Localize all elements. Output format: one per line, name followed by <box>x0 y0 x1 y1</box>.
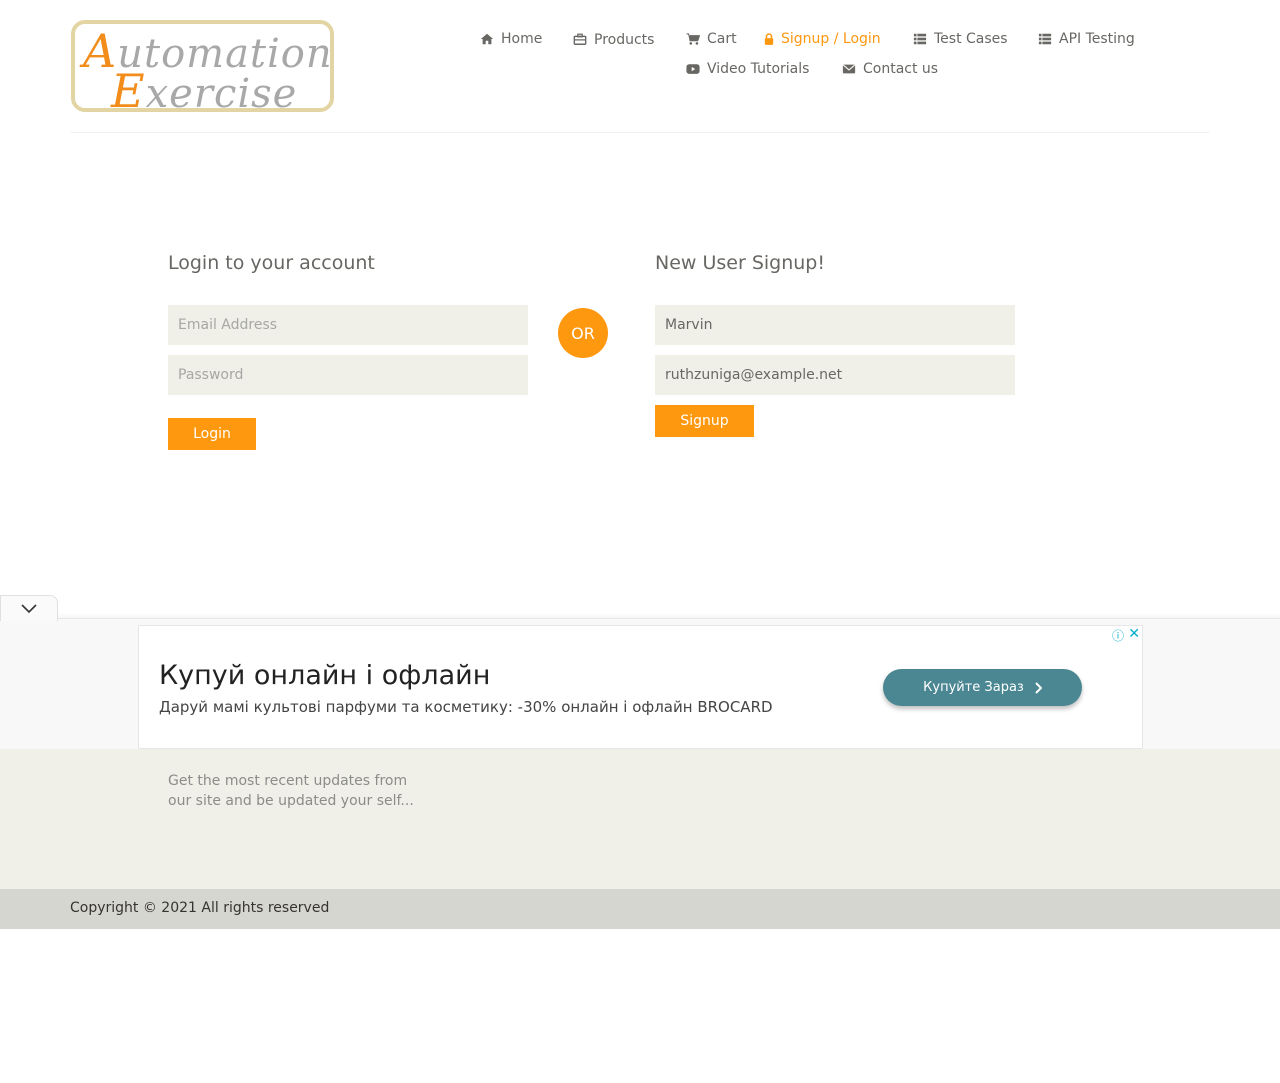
login-password-input[interactable] <box>168 355 528 395</box>
logo-initial-e: E <box>111 64 146 118</box>
logo-text-2: xercise <box>145 71 298 117</box>
lock-icon <box>764 32 774 46</box>
login-email-input[interactable] <box>168 305 528 345</box>
nav-video-tutorials-label: Video Tutorials <box>707 61 810 77</box>
or-divider: OR <box>558 308 608 358</box>
list-icon <box>913 32 927 46</box>
info-icon[interactable]: ⓘ <box>1112 627 1124 644</box>
signup-name-input[interactable] <box>655 305 1015 345</box>
nav-video-tutorials[interactable]: Video Tutorials <box>686 61 809 77</box>
login-form-title: Login to your account <box>168 252 375 274</box>
ad-title: Купуй онлайн і офлайн <box>159 660 491 691</box>
nav-home-label: Home <box>501 31 543 47</box>
nav-contact-us-label: Contact us <box>863 61 939 77</box>
nav-test-cases[interactable]: Test Cases <box>913 31 1008 47</box>
ad-subtitle: Даруй мамі культові парфуми та косметику… <box>159 698 773 716</box>
nav-signup-login-label: Signup / Login <box>781 31 881 47</box>
signup-email-input[interactable] <box>655 355 1015 395</box>
nav-cart[interactable]: Cart <box>686 31 737 47</box>
copyright-text: Copyright © 2021 All rights reserved <box>70 900 330 916</box>
ad-cta-label: Купуйте Зараз <box>923 680 1024 695</box>
signup-form-title: New User Signup! <box>655 252 825 274</box>
nav-home[interactable]: Home <box>480 31 542 47</box>
ad-cta-button[interactable]: Купуйте Зараз <box>883 669 1082 706</box>
briefcase-icon <box>573 32 587 46</box>
close-icon[interactable]: ✕ <box>1128 626 1140 642</box>
nav-contact-us[interactable]: Contact us <box>842 61 938 77</box>
logo-line-2: Exercise <box>111 64 297 118</box>
nav-api-testing-label: API Testing <box>1059 31 1135 47</box>
ad-collapse-button[interactable] <box>0 595 58 621</box>
header-divider <box>70 132 1210 133</box>
ad-banner[interactable]: Купуй онлайн і офлайн Даруй мамі культов… <box>138 625 1143 749</box>
footer-subscribe-text: Get the most recent updates from our sit… <box>168 773 414 809</box>
nav-products[interactable]: Products <box>573 31 655 48</box>
login-button[interactable]: Login <box>168 418 256 450</box>
list-icon <box>1038 32 1052 46</box>
footer-widget: Get the most recent updates from our sit… <box>0 749 1280 889</box>
nav-test-cases-label: Test Cases <box>934 31 1008 47</box>
signup-button[interactable]: Signup <box>655 405 754 437</box>
site-logo[interactable]: Automation Exercise <box>71 20 334 118</box>
chevron-down-icon <box>21 603 37 613</box>
envelope-icon <box>842 62 856 76</box>
nav-signup-login[interactable]: Signup / Login <box>764 31 881 47</box>
nav-cart-label: Cart <box>707 31 737 47</box>
chevron-right-icon <box>1035 681 1042 694</box>
nav-api-testing[interactable]: API Testing <box>1038 31 1135 47</box>
nav-products-label: Products <box>594 32 655 48</box>
youtube-icon <box>686 62 700 76</box>
home-icon <box>480 32 494 46</box>
cart-icon <box>686 32 700 46</box>
footer-bottom: Copyright © 2021 All rights reserved <box>0 889 1280 929</box>
